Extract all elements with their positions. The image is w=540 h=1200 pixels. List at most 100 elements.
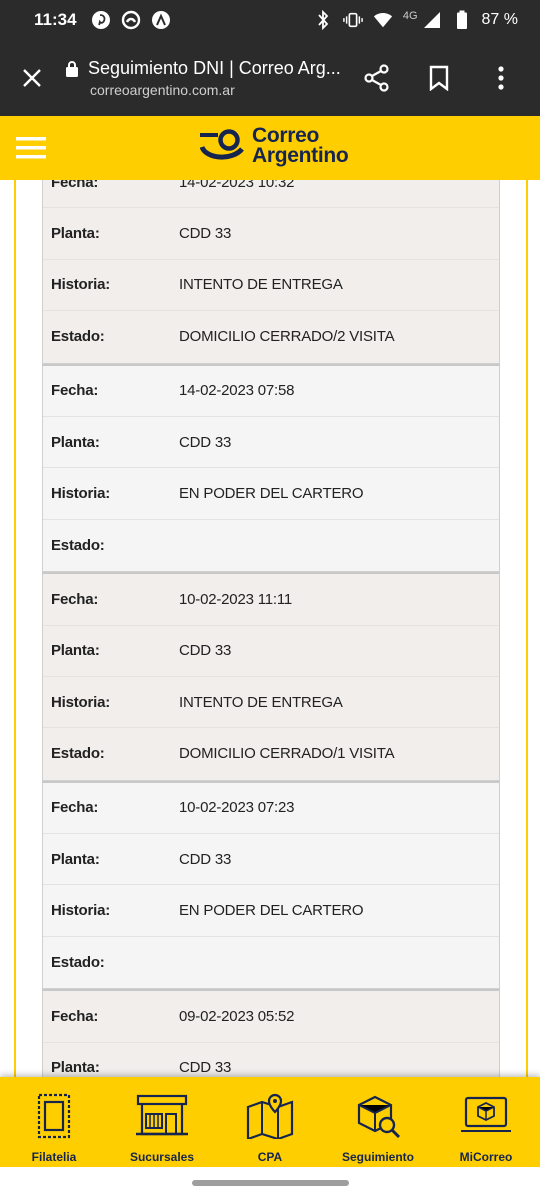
planta-value: CDD 33 xyxy=(179,225,232,243)
tracking-event: Fecha: 14-02-2023 07:58 Planta: CDD 33 H… xyxy=(42,363,500,573)
logo-mark-icon xyxy=(200,129,244,160)
fecha-label: Fecha: xyxy=(51,180,99,191)
fecha-label: Fecha: xyxy=(51,590,99,608)
planta-value: CDD 33 xyxy=(179,433,232,451)
fecha-label: Fecha: xyxy=(51,382,99,400)
nav-micorreo[interactable]: MiCorreo xyxy=(436,1091,536,1164)
storefront-icon xyxy=(136,1094,188,1136)
share-button[interactable] xyxy=(346,40,408,116)
planta-value: CDD 33 xyxy=(179,1059,232,1077)
battery-level: 87 % xyxy=(481,11,518,28)
tracking-event: Fecha: 09-02-2023 05:52 Planta: CDD 33 H… xyxy=(42,989,500,1077)
home-gesture-handle[interactable] xyxy=(192,1180,349,1186)
vibrate-icon xyxy=(343,10,363,30)
menu-button[interactable] xyxy=(0,116,62,180)
app-notification-icon-2 xyxy=(151,10,171,30)
tracking-results: Fecha: 14-02-2023 10:32 Planta: CDD 33 H… xyxy=(0,180,540,1077)
fecha-label: Fecha: xyxy=(51,1007,99,1025)
bluetooth-icon xyxy=(313,10,333,30)
nav-filatelia[interactable]: Filatelia xyxy=(4,1091,104,1164)
tracking-event: Fecha: 10-02-2023 07:23 Planta: CDD 33 H… xyxy=(42,780,500,990)
close-icon xyxy=(23,69,41,87)
pinterest-notification-icon xyxy=(91,10,111,30)
package-search-icon xyxy=(357,1095,401,1139)
planta-row: Planta: CDD 33 xyxy=(43,417,499,469)
fecha-row: Fecha: 14-02-2023 10:32 xyxy=(43,180,499,209)
status-time: 11:34 xyxy=(34,10,77,29)
hamburger-icon xyxy=(16,137,46,159)
tracking-event: Fecha: 10-02-2023 11:11 Planta: CDD 33 H… xyxy=(42,572,500,781)
nav-seguimiento[interactable]: Seguimiento xyxy=(328,1091,428,1164)
bookmark-icon xyxy=(429,65,449,91)
nav-sucursales[interactable]: Sucursales xyxy=(112,1091,212,1164)
planta-value: CDD 33 xyxy=(179,642,232,660)
close-tab-button[interactable] xyxy=(0,40,64,116)
planta-row: Planta: CDD 33 xyxy=(43,626,499,677)
planta-label: Planta: xyxy=(51,433,100,451)
planta-label: Planta: xyxy=(51,850,100,868)
nav-label: MiCorreo xyxy=(459,1150,513,1164)
stamp-icon xyxy=(37,1093,71,1139)
correo-argentino-logo[interactable]: Correo Argentino xyxy=(200,124,349,167)
wifi-icon xyxy=(373,10,393,30)
bottom-navigation: Filatelia Sucursales CPA Seguimiento MiC… xyxy=(0,1077,540,1167)
lock-icon xyxy=(66,60,78,77)
more-options-button[interactable] xyxy=(470,40,532,116)
fecha-value: 14-02-2023 10:32 xyxy=(179,180,295,191)
estado-label: Estado: xyxy=(51,328,105,346)
nav-label: CPA xyxy=(257,1150,283,1164)
estado-row: Estado: DOMICILIO CERRADO/1 VISITA xyxy=(43,728,499,779)
status-bar: 11:34 4G 87 % xyxy=(0,0,540,40)
network-type: 4G xyxy=(402,10,418,22)
logo-text-line2: Argentino xyxy=(252,144,349,167)
historia-label: Historia: xyxy=(51,693,111,711)
estado-value: DOMICILIO CERRADO/1 VISITA xyxy=(179,745,395,763)
page-title: Seguimiento DNI | Correo Arg... xyxy=(88,58,341,78)
fecha-label: Fecha: xyxy=(51,799,99,817)
historia-label: Historia: xyxy=(51,902,111,920)
fecha-row: Fecha: 09-02-2023 05:52 xyxy=(43,991,499,1043)
battery-icon xyxy=(452,10,472,30)
map-pin-icon xyxy=(246,1093,294,1139)
nav-cpa[interactable]: CPA xyxy=(220,1091,320,1164)
tracking-event: Fecha: 14-02-2023 10:32 Planta: CDD 33 H… xyxy=(42,180,500,364)
estado-label: Estado: xyxy=(51,745,105,763)
historia-value: INTENTO DE ENTREGA xyxy=(179,693,343,711)
estado-row: Estado: xyxy=(43,937,499,988)
nav-label: Filatelia xyxy=(31,1150,77,1164)
logo-text-line1: Correo xyxy=(252,124,320,147)
event-list: Fecha: 14-02-2023 10:32 Planta: CDD 33 H… xyxy=(42,180,500,1077)
historia-row: Historia: EN PODER DEL CARTERO xyxy=(43,468,499,520)
estado-label: Estado: xyxy=(51,536,105,554)
planta-row: Planta: CDD 33 xyxy=(43,208,499,260)
estado-label: Estado: xyxy=(51,954,105,972)
historia-row: Historia: INTENTO DE ENTREGA xyxy=(43,260,499,312)
fecha-value: 09-02-2023 05:52 xyxy=(179,1007,295,1025)
planta-row: Planta: CDD 33 xyxy=(43,834,499,886)
fecha-row: Fecha: 14-02-2023 07:58 xyxy=(43,366,499,417)
planta-label: Planta: xyxy=(51,1059,100,1077)
historia-label: Historia: xyxy=(51,485,111,503)
historia-value: INTENTO DE ENTREGA xyxy=(179,276,343,294)
laptop-package-icon xyxy=(461,1096,511,1132)
fecha-value: 14-02-2023 07:58 xyxy=(179,382,295,400)
planta-label: Planta: xyxy=(51,642,100,660)
fecha-value: 10-02-2023 11:11 xyxy=(179,590,293,608)
more-vertical-icon xyxy=(498,66,504,90)
signal-icon xyxy=(422,10,442,30)
app-notification-icon xyxy=(121,10,141,30)
historia-row: Historia: EN PODER DEL CARTERO xyxy=(43,885,499,937)
historia-row: Historia: INTENTO DE ENTREGA xyxy=(43,677,499,729)
estado-row: Estado: DOMICILIO CERRADO/2 VISITA xyxy=(43,311,499,362)
share-icon xyxy=(364,64,389,92)
fecha-row: Fecha: 10-02-2023 07:23 xyxy=(43,783,499,835)
bookmark-button[interactable] xyxy=(408,40,470,116)
site-header: Correo Argentino xyxy=(0,116,540,180)
nav-label: Seguimiento xyxy=(341,1150,414,1164)
url-area[interactable]: Seguimiento DNI | Correo Arg... correoar… xyxy=(64,58,346,98)
fecha-row: Fecha: 10-02-2023 11:11 xyxy=(43,574,499,626)
page-url: correoargentino.com.ar xyxy=(90,82,235,98)
planta-value: CDD 33 xyxy=(179,850,232,868)
nav-label: Sucursales xyxy=(129,1150,195,1164)
planta-row: Planta: CDD 33 xyxy=(43,1043,499,1077)
